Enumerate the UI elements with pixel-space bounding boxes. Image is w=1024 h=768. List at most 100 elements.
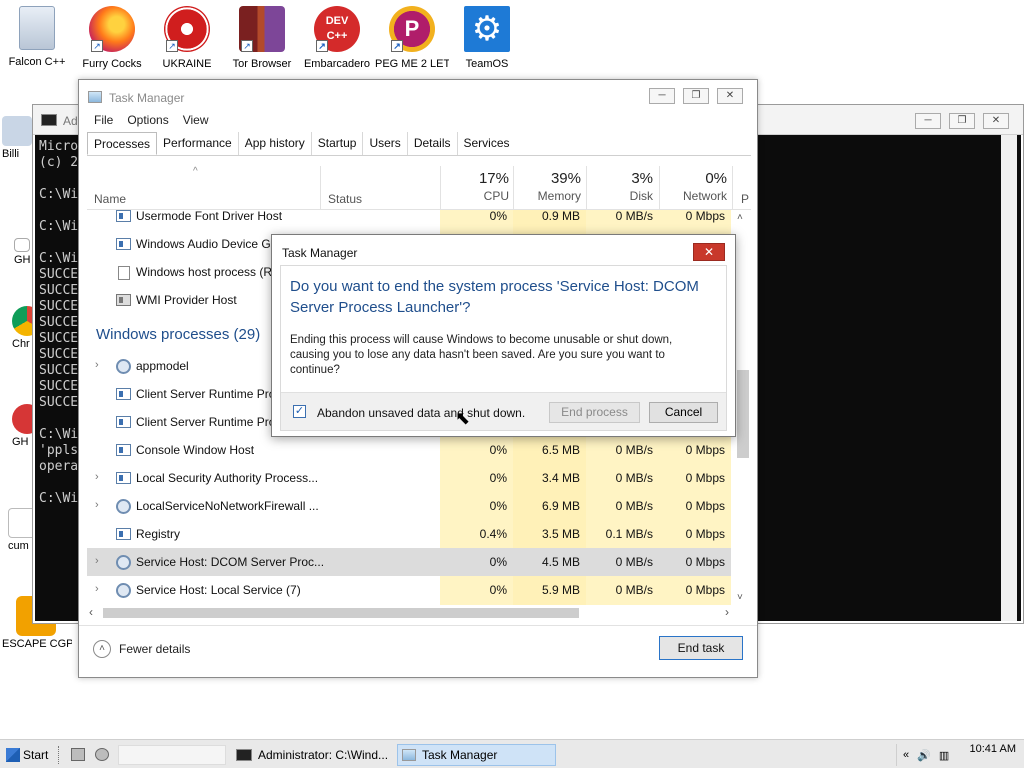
scroll-down-icon[interactable]: ˅ [737,592,743,603]
menu-file[interactable]: File [87,111,120,131]
tab-strip: Processes Performance App history Startu… [87,132,751,156]
end-task-button[interactable]: End task [659,636,743,660]
network-icon[interactable]: ▥ [939,749,949,762]
scroll-thumb[interactable] [737,370,749,458]
desktop-icon-label: PEG ME 2 LET [375,58,449,70]
checkbox-label[interactable]: Abandon unsaved data and shut down. [317,406,525,420]
footer: ˄ Fewer details End task [79,625,757,677]
shortcut-arrow-icon: ↗ [91,40,103,52]
show-desktop-icon[interactable] [71,748,85,761]
close-button[interactable]: ✕ [983,113,1009,129]
column-name[interactable]: Name [94,192,126,206]
task-manager-titlebar[interactable]: Task Manager ─ ❐ ✕ [79,80,757,110]
dialog-title: Task Manager [282,246,358,260]
table-row[interactable]: › Local Security Authority Process... 0%… [87,464,731,492]
fewer-details-button[interactable]: ˄ Fewer details [93,640,190,658]
gear-icon [116,359,131,374]
column-header: ^ Name Status 17% CPU 39% Memory 3% Disk… [87,160,751,210]
column-status[interactable]: Status [328,192,362,206]
app-icon [14,238,30,252]
taskbar-empty-slot [118,745,226,765]
tab-users[interactable]: Users [363,132,408,155]
desktop-icon-label: Falcon C++ [8,56,66,68]
table-row-selected[interactable]: › Service Host: DCOM Server Proc... 0% 4… [87,548,731,576]
table-row[interactable]: › Service Host: Local Service (7) 0% 5.9… [87,576,731,604]
desktop-icon-peg[interactable]: P ↗ PEG ME 2 LET [375,6,449,70]
table-row[interactable]: Usermode Font Driver Host 0% 0.9 MB 0 MB… [87,210,731,230]
app-window-icon [116,210,131,222]
taskbar-divider [58,746,62,764]
scroll-left-icon[interactable]: ‹ [89,605,93,619]
start-button[interactable]: Start [6,745,48,765]
recycle-bin-icon [19,6,55,50]
table-row[interactable]: Console Window Host 0% 6.5 MB 0 MB/s 0 M… [87,436,731,464]
menu-view[interactable]: View [176,111,216,131]
desktop-icon-label: Furry Cocks [82,58,142,70]
maximize-button[interactable]: ❐ [949,113,975,129]
quick-launch-icon[interactable] [95,748,109,761]
taskbar-task-manager-button[interactable]: Task Manager [397,744,556,766]
vertical-scrollbar[interactable]: ˄ ˅ [735,210,751,605]
expand-chevron-icon[interactable]: › [95,471,99,483]
console-scrollbar[interactable] [1001,135,1017,621]
column-power[interactable]: P [739,192,749,206]
expand-chevron-icon[interactable]: › [95,359,99,371]
taskbar-console-button[interactable]: Administrator: C:\Wind... [232,744,394,766]
tab-performance[interactable]: Performance [157,132,239,155]
end-process-dialog[interactable]: Task Manager ✕ Do you want to end the sy… [271,234,736,437]
column-network[interactable]: 0% Network [663,170,727,203]
desktop-icon-ukraine[interactable]: ↗ UKRAINE [150,6,224,70]
volume-icon[interactable]: 🔊 [917,749,931,762]
task-manager-icon [402,749,416,761]
minimize-button[interactable]: ─ [649,88,675,104]
close-button[interactable]: ✕ [717,88,743,104]
column-memory[interactable]: 39% Memory [517,170,581,203]
desktop-icon-falcon[interactable]: Falcon C++ [0,6,74,68]
peg-icon: P ↗ [389,6,435,52]
desktop-icon-firefox[interactable]: ↗ Furry Cocks [75,6,149,70]
tab-details[interactable]: Details [408,132,458,155]
abandon-data-checkbox[interactable]: ✓ [293,405,306,418]
scroll-up-icon[interactable]: ˄ [737,212,743,223]
tab-app-history[interactable]: App history [239,132,312,155]
expand-chevron-icon[interactable]: › [95,583,99,595]
desktop-icon-label: TeamOS [465,58,509,70]
minimize-button[interactable]: ─ [915,113,941,129]
dialog-question: Do you want to end the system process 'S… [290,278,699,316]
table-row[interactable]: Registry 0.4% 3.5 MB 0.1 MB/s 0 Mbps [87,520,731,548]
end-process-button[interactable]: End process [549,402,640,423]
tab-processes[interactable]: Processes [87,132,158,155]
console-icon [236,749,252,761]
menu-options[interactable]: Options [120,111,175,131]
shortcut-arrow-icon: ↗ [166,40,178,52]
windows-logo-icon [6,748,20,762]
desktop-icon-teamos[interactable]: ⚙ TeamOS [450,6,524,70]
gear-icon: ⚙ [464,6,510,52]
horizontal-scrollbar[interactable]: ‹ › [87,605,731,621]
sort-arrow-icon: ^ [193,166,198,177]
tray-expand-icon[interactable]: « [903,749,909,761]
maximize-button[interactable]: ❐ [683,88,709,104]
scroll-thumb[interactable] [103,608,579,618]
clock[interactable]: 10:41 AM [970,743,1016,755]
firefox-icon: ↗ [89,6,135,52]
window-title: Task Manager [109,91,185,105]
column-cpu[interactable]: 17% CPU [447,170,509,203]
table-row[interactable]: › LocalServiceNoNetworkFirewall ... 0% 6… [87,492,731,520]
app-window-icon [116,388,131,400]
expand-chevron-icon[interactable]: › [95,555,99,567]
app-window-icon [116,238,131,250]
desktop-icon-embarcadero[interactable]: DEV C++ ↗ Embarcadero [300,6,374,70]
expand-chevron-icon[interactable]: › [95,499,99,511]
dialog-close-button[interactable]: ✕ [693,243,725,261]
app-window-icon [116,528,131,540]
tab-startup[interactable]: Startup [312,132,364,155]
gear-icon [116,583,131,598]
scroll-right-icon[interactable]: › [725,605,729,619]
cancel-button[interactable]: Cancel [649,402,718,423]
tab-services[interactable]: Services [458,132,516,155]
taskbar: Start Administrator: C:\Wind... Task Man… [0,739,1024,768]
desktop-icon-tor[interactable]: ↗ Tor Browser [225,6,299,70]
column-disk[interactable]: 3% Disk [590,170,653,203]
chevron-up-icon: ˄ [93,640,111,658]
